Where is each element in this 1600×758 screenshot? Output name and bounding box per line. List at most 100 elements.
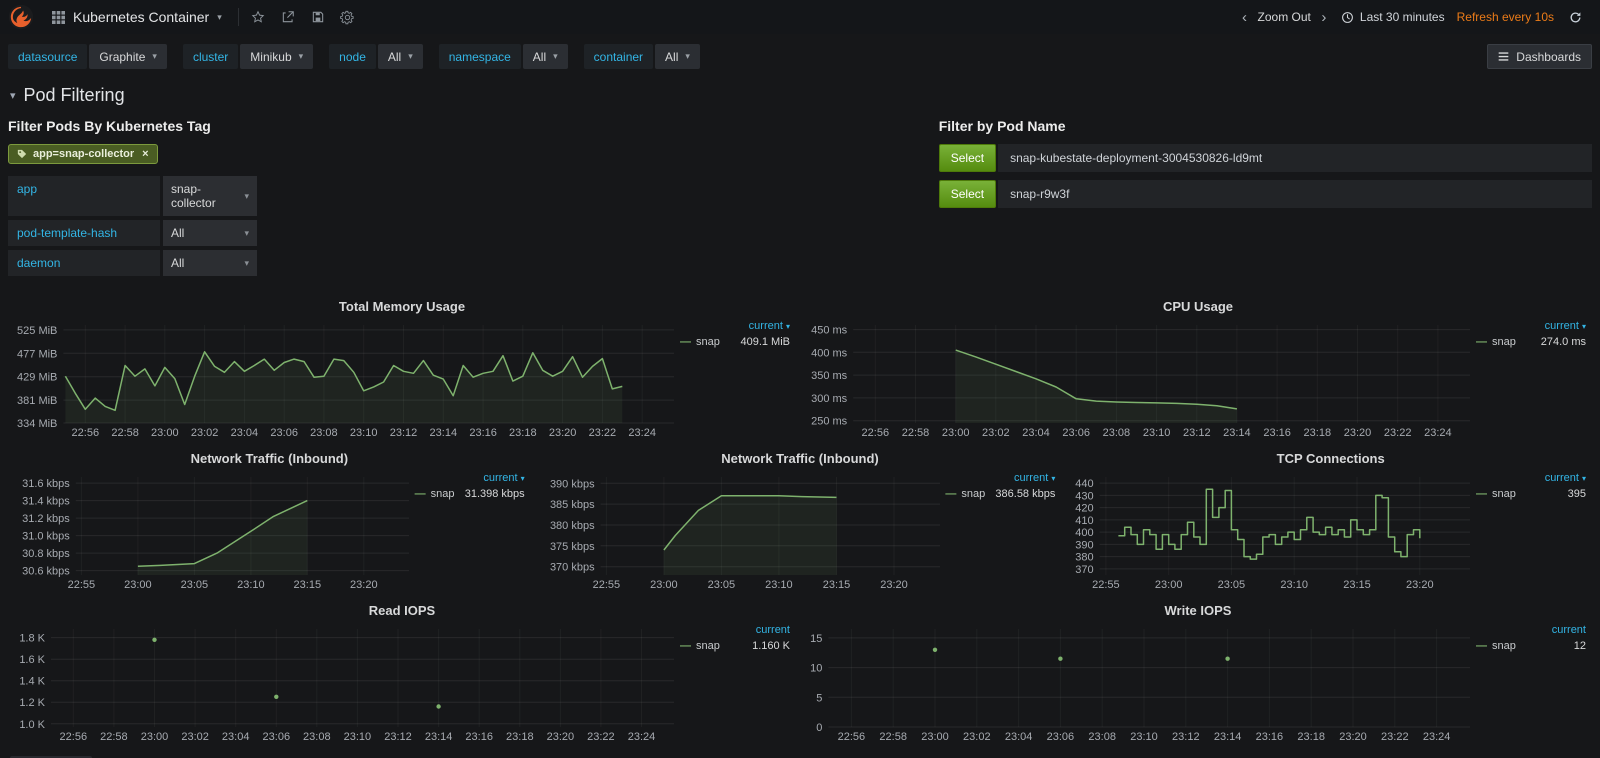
svg-text:31.0 kbps: 31.0 kbps [22,531,70,543]
series-color-swatch[interactable]: — [1476,640,1487,652]
graph-plot[interactable]: 22:5523:0023:0523:1023:1523:2031.6 kbps3… [8,469,415,592]
row-header-pod-filtering[interactable]: ▾ Pod Filtering [0,77,1600,112]
svg-text:23:00: 23:00 [1155,579,1183,591]
graph-plot[interactable]: 22:5622:5823:0023:0223:0423:0623:0823:10… [8,621,680,744]
svg-text:23:00: 23:00 [650,579,678,591]
series-current-value: 1.160 K [752,640,790,652]
legend-sort-current[interactable]: current ▾ [1476,320,1586,332]
graph-legend: current ▾ — snap 386.58 kbps [945,469,1061,592]
panel-title[interactable]: Network Traffic (Inbound) [539,448,1062,469]
time-shift-forward-button[interactable]: › [1315,9,1333,26]
var-label[interactable]: cluster [183,44,238,69]
grafana-logo[interactable] [0,0,42,34]
svg-text:23:04: 23:04 [222,731,250,743]
refresh-button[interactable] [1562,4,1588,30]
share-button[interactable] [275,4,301,30]
pod-name: snap-kubestate-deployment-3004530826-ld9… [998,144,1592,172]
legend-sort-current[interactable]: current ▾ [1476,472,1586,484]
legend-sort-current[interactable]: current [680,624,790,636]
panel-title[interactable]: Read IOPS [8,600,796,621]
dashboard-title: Kubernetes Container [73,9,209,25]
zoom-out-button[interactable]: Zoom Out [1256,10,1313,24]
var-label[interactable]: namespace [439,44,521,69]
tag-value-dropdown[interactable]: All▾ [163,250,257,276]
panel-title[interactable]: Total Memory Usage [8,296,796,317]
tag-key-link[interactable]: app [8,176,160,216]
svg-text:370: 370 [1076,564,1094,576]
series-color-swatch[interactable]: — [945,488,956,500]
chevron-down-icon: ▾ [1051,474,1055,483]
series-color-swatch[interactable]: — [415,488,426,500]
time-range-picker[interactable]: Last 30 minutes Refresh every 10s [1335,10,1560,24]
tag-value-dropdown[interactable]: snap-collector▾ [163,176,257,216]
panel-title[interactable]: Network Traffic (Inbound) [8,448,531,469]
settings-button[interactable] [335,4,361,30]
var-value: All [388,50,401,64]
series-color-swatch[interactable]: — [1476,336,1487,348]
series-current-value: 31.398 kbps [465,488,525,500]
series-color-swatch[interactable]: — [680,336,691,348]
legend-sort-current[interactable]: current ▾ [415,472,525,484]
dashboards-button[interactable]: Dashboards [1487,44,1592,69]
legend-sort-current[interactable]: current [1476,624,1586,636]
graph-plot[interactable]: 22:5622:5823:0023:0223:0423:0623:0823:10… [8,317,680,440]
svg-text:23:12: 23:12 [1172,731,1200,743]
series-name[interactable]: snap [431,488,455,500]
time-controls: ‹ Zoom Out › Last 30 minutes Refresh eve… [1236,4,1588,30]
series-color-swatch[interactable]: — [1476,488,1487,500]
navbar: Kubernetes Container ▾ ‹ Zoom Out › Last… [0,0,1600,34]
series-name[interactable]: snap [1492,488,1516,500]
var-label[interactable]: node [329,44,376,69]
series-name[interactable]: snap [696,640,720,652]
var-value-dropdown[interactable]: Minikub▾ [240,44,313,69]
tag-badge-app-snap-collector[interactable]: app=snap-collector × [8,144,158,164]
svg-text:381 MiB: 381 MiB [17,395,57,407]
svg-text:23:20: 23:20 [549,427,577,439]
tag-key-link[interactable]: daemon [8,250,160,276]
svg-text:0: 0 [816,722,822,734]
legend-series-row: — snap 274.0 ms [1476,336,1586,348]
svg-text:23:16: 23:16 [1256,731,1284,743]
template-var-datasource: datasource Graphite▾ [8,44,167,69]
select-pod-button[interactable]: Select [939,180,996,208]
template-var-namespace: namespace All▾ [439,44,568,69]
series-name[interactable]: snap [1492,336,1516,348]
legend-sort-current[interactable]: current ▾ [945,472,1055,484]
time-shift-back-button[interactable]: ‹ [1236,9,1254,26]
var-value-dropdown[interactable]: All▾ [523,44,568,69]
dashboard-picker[interactable]: Kubernetes Container ▾ [42,0,232,34]
var-value-dropdown[interactable]: All▾ [655,44,700,69]
svg-text:23:02: 23:02 [963,731,991,743]
graph-plot[interactable]: 22:5622:5823:0023:0223:0423:0623:0823:10… [804,621,1476,744]
legend-series-row: — snap 1.160 K [680,640,790,652]
series-name[interactable]: snap [961,488,985,500]
legend-sort-current[interactable]: current ▾ [680,320,790,332]
clock-icon [1341,11,1354,24]
panel-title[interactable]: CPU Usage [804,296,1592,317]
save-button[interactable] [305,4,331,30]
close-icon[interactable]: × [142,148,148,160]
graph-plot[interactable]: 22:5622:5823:0023:0223:0423:0623:0823:10… [804,317,1476,440]
svg-text:1.0 K: 1.0 K [19,719,45,731]
svg-text:410: 410 [1076,515,1094,527]
graph-plot[interactable]: 22:5523:0023:0523:1023:1523:204404304204… [1069,469,1476,592]
panel-title[interactable]: Write IOPS [804,600,1592,621]
chevron-down-icon: ▾ [408,51,413,62]
series-color-swatch[interactable]: — [680,640,691,652]
svg-text:23:06: 23:06 [1047,731,1075,743]
series-current-value: 409.1 MiB [740,336,790,348]
series-name[interactable]: snap [1492,640,1516,652]
svg-text:23:10: 23:10 [237,579,265,591]
series-name[interactable]: snap [696,336,720,348]
var-value-dropdown[interactable]: All ▾ [378,44,423,69]
select-pod-button[interactable]: Select [939,144,996,172]
graph-plot[interactable]: 22:5523:0023:0523:1023:1523:20390 kbps38… [539,469,946,592]
tag-key-link[interactable]: pod-template-hash [8,220,160,246]
var-label[interactable]: datasource [8,44,87,69]
star-button[interactable] [245,4,271,30]
var-label[interactable]: container [584,44,653,69]
svg-text:334 MiB: 334 MiB [17,418,57,430]
tag-value-dropdown[interactable]: All▾ [163,220,257,246]
var-value-dropdown[interactable]: Graphite▾ [89,44,167,69]
panel-title[interactable]: TCP Connections [1069,448,1592,469]
